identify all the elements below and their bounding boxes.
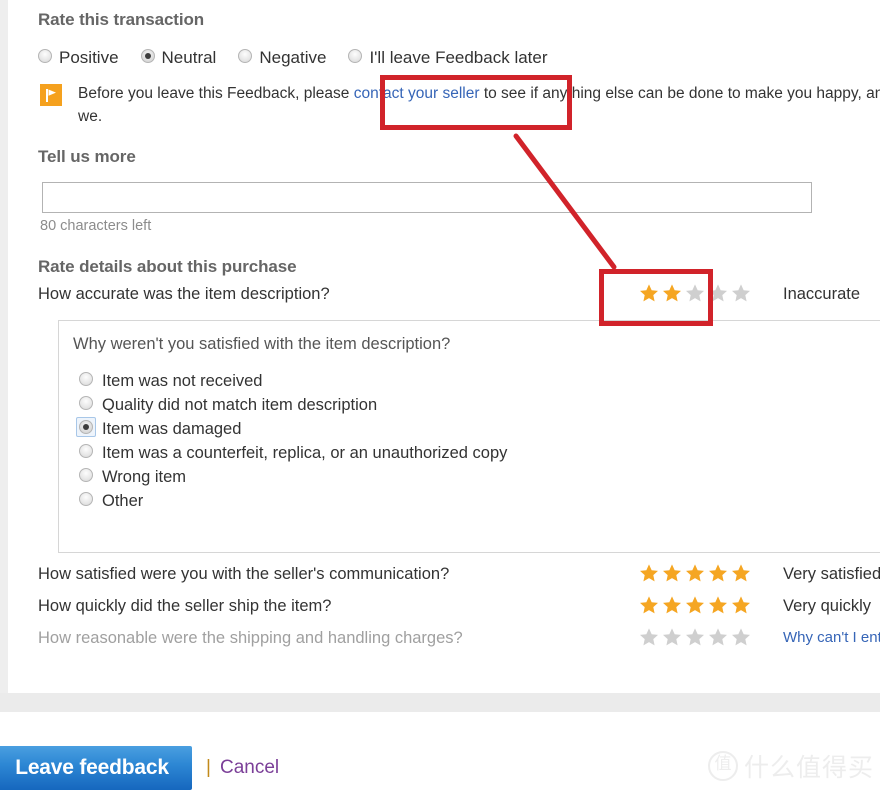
star-empty-icon[interactable] — [707, 282, 729, 304]
cancel-link[interactable]: Cancel — [220, 757, 279, 779]
radio-checked-icon — [140, 48, 155, 63]
transaction-rating-group[interactable]: Positive Neutral Negative I'll leave Feedba… — [38, 48, 570, 68]
feedback-page: Rate this transaction Positive Neutral Neg… — [0, 0, 880, 798]
detail-rating-question-3: How reasonable were the shipping and han… — [38, 629, 463, 647]
radio-unchecked-icon — [348, 48, 363, 63]
transaction-rating-option-label: Neutral — [161, 48, 217, 67]
detail-rating-label-2: Very quickly — [783, 597, 872, 615]
star-empty-icon[interactable] — [661, 626, 683, 648]
radio-button[interactable] — [238, 48, 253, 68]
radio-button[interactable] — [79, 467, 93, 487]
transaction-rating-option-0[interactable]: Positive — [38, 48, 119, 68]
section-title-rate-transaction: Rate this transaction — [38, 10, 205, 29]
dissatisfaction-option-label: Other — [102, 491, 144, 510]
detail-rating-stars-0[interactable] — [638, 282, 752, 304]
radio-unchecked-icon — [79, 371, 93, 386]
radio-button[interactable] — [79, 395, 93, 415]
radio-unchecked-icon — [238, 48, 253, 63]
star-filled-icon[interactable] — [638, 282, 660, 304]
dissatisfaction-option-label: Item was damaged — [102, 419, 242, 438]
dissatisfaction-option-5[interactable]: Other — [79, 489, 507, 513]
radio-checked-icon — [79, 419, 93, 434]
radio-button[interactable] — [79, 371, 93, 391]
dissatisfaction-options-group[interactable]: Item was not received Quality did not mat… — [76, 369, 507, 513]
transaction-rating-option-2[interactable]: Negative — [238, 48, 326, 68]
detail-rating-question-2: How quickly did the seller ship the item… — [38, 597, 332, 615]
radio-button[interactable] — [76, 416, 96, 439]
dissatisfaction-option-label: Item was a counterfeit, replica, or an u… — [102, 443, 508, 462]
contact-your-seller-link[interactable]: contact your seller — [354, 85, 480, 102]
transaction-rating-option-label: Positive — [59, 48, 119, 67]
dissatisfaction-panel: Why weren't you satisfied with the item … — [58, 320, 880, 553]
star-filled-icon[interactable] — [638, 562, 660, 584]
characters-left-counter: 80 characters left — [40, 218, 152, 234]
radio-button[interactable] — [38, 48, 52, 68]
dissatisfaction-option-0[interactable]: Item was not received — [79, 369, 507, 393]
transaction-rating-option-1[interactable]: Neutral — [140, 48, 217, 68]
transaction-rating-option-label: Negative — [259, 48, 327, 67]
detail-rating-stars-3[interactable] — [638, 626, 752, 648]
footer-separator: | — [206, 757, 211, 778]
detail-rating-question-1: How satisfied were you with the seller's… — [38, 565, 450, 583]
star-empty-icon[interactable] — [638, 626, 660, 648]
leave-feedback-button[interactable]: Leave feedback — [0, 746, 192, 790]
tell-us-more-input[interactable] — [42, 182, 812, 213]
flag-icon — [40, 84, 62, 106]
star-empty-icon[interactable] — [730, 282, 752, 304]
radio-unchecked-icon — [79, 395, 93, 410]
footer-divider-strip — [0, 693, 880, 712]
dissatisfaction-option-label: Quality did not match item description — [102, 395, 378, 414]
radio-unchecked-icon — [79, 443, 93, 458]
star-filled-icon[interactable] — [730, 594, 752, 616]
detail-rating-label-1: Very satisfied — [783, 565, 880, 583]
star-filled-icon[interactable] — [661, 282, 683, 304]
star-filled-icon[interactable] — [638, 594, 660, 616]
dissatisfaction-option-2[interactable]: Item was damaged — [76, 416, 507, 441]
star-filled-icon[interactable] — [661, 562, 683, 584]
star-empty-icon[interactable] — [707, 626, 729, 648]
detail-rating-stars-1[interactable] — [638, 562, 752, 584]
radio-unchecked-icon — [79, 467, 93, 482]
transaction-rating-option-3[interactable]: I'll leave Feedback later — [348, 48, 548, 68]
star-filled-icon[interactable] — [707, 594, 729, 616]
detail-rating-question-0: How accurate was the item description? — [38, 285, 330, 303]
radio-button[interactable] — [79, 491, 93, 511]
dissatisfaction-option-1[interactable]: Quality did not match item description — [79, 393, 507, 417]
seller-contact-notice-text: Before you leave this Feedback, please c… — [78, 82, 880, 128]
radio-button[interactable] — [140, 48, 155, 68]
star-filled-icon[interactable] — [684, 562, 706, 584]
star-empty-icon[interactable] — [684, 282, 706, 304]
dissatisfaction-panel-title: Why weren't you satisfied with the item … — [73, 335, 451, 353]
dissatisfaction-option-4[interactable]: Wrong item — [79, 465, 507, 489]
radio-unchecked-icon — [79, 491, 93, 506]
star-filled-icon[interactable] — [707, 562, 729, 584]
section-title-rate-details: Rate details about this purchase — [38, 257, 297, 276]
detail-rating-help-link-3[interactable]: Why can't I enter a rating? — [783, 629, 880, 646]
star-filled-icon[interactable] — [684, 594, 706, 616]
section-title-tell-us-more: Tell us more — [38, 147, 136, 166]
radio-unchecked-icon — [38, 48, 52, 63]
star-empty-icon[interactable] — [684, 626, 706, 648]
star-filled-icon[interactable] — [661, 594, 683, 616]
star-empty-icon[interactable] — [730, 626, 752, 648]
dissatisfaction-option-label: Item was not received — [102, 371, 263, 390]
dissatisfaction-option-label: Wrong item — [102, 467, 187, 486]
detail-rating-stars-2[interactable] — [638, 594, 752, 616]
radio-button[interactable] — [79, 443, 93, 463]
detail-rating-label-0: Inaccurate — [783, 285, 861, 303]
notice-text-before: Before you leave this Feedback, please — [78, 85, 354, 102]
transaction-rating-option-label: I'll leave Feedback later — [369, 48, 548, 67]
dissatisfaction-option-3[interactable]: Item was a counterfeit, replica, or an u… — [79, 441, 507, 465]
radio-button[interactable] — [348, 48, 363, 68]
star-filled-icon[interactable] — [730, 562, 752, 584]
